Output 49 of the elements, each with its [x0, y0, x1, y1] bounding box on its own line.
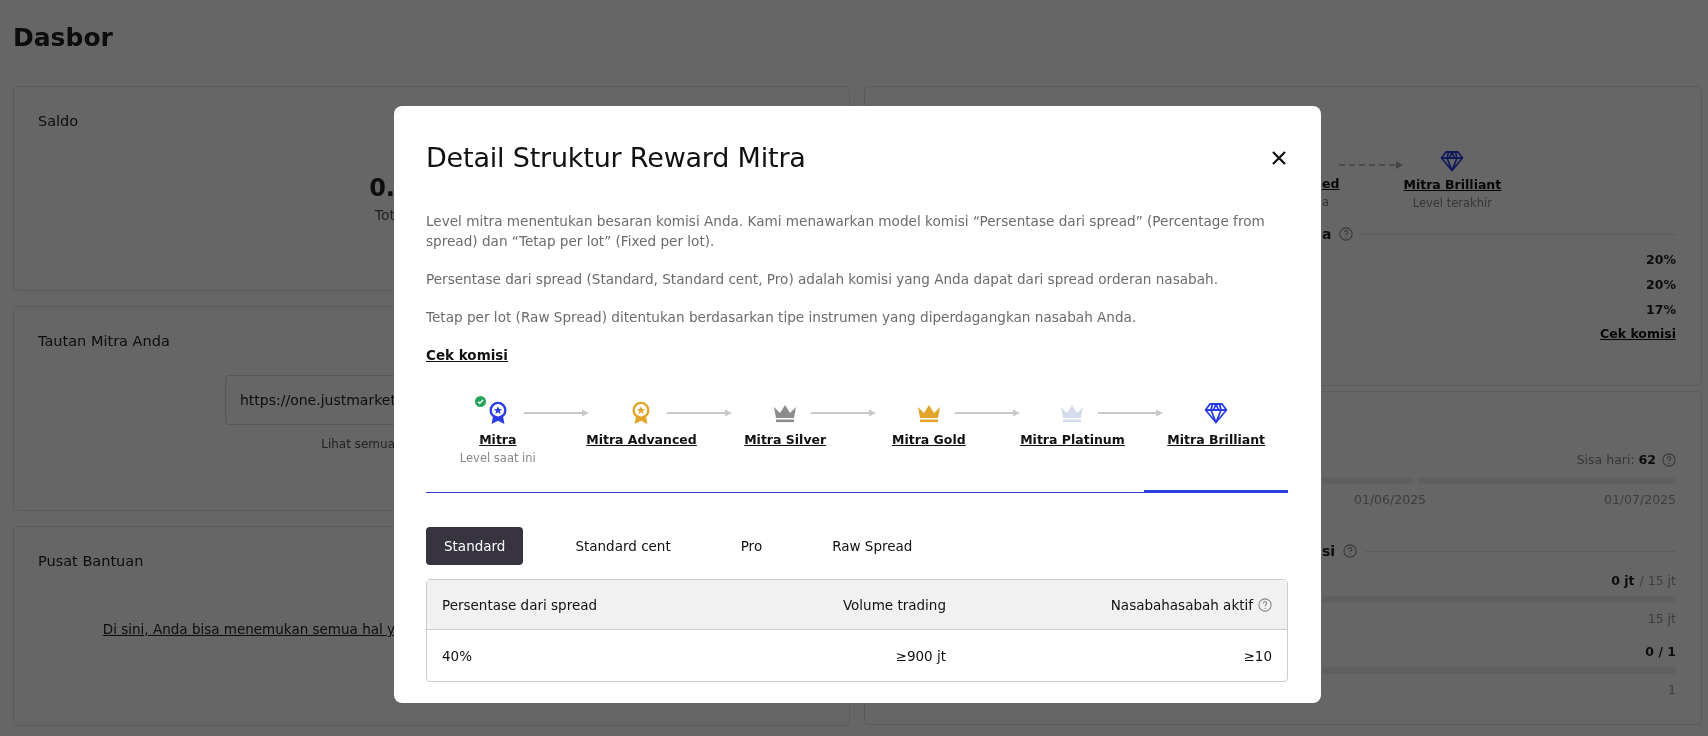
- arrow: [523, 409, 590, 417]
- account-tab[interactable]: Standard: [426, 527, 524, 565]
- level-link[interactable]: Mitra Brilliant: [1403, 177, 1502, 192]
- level-link[interactable]: Mitra Brilliant: [1167, 432, 1266, 447]
- section-title: a: [1322, 226, 1332, 242]
- arrow: [667, 409, 734, 417]
- help-icon[interactable]: [1662, 452, 1676, 467]
- description-text: Level mitra menentukan besaran komisi Anda. Kami menawarkan model komisi “Persentase dari spread” (Percentage from spread) dan “Tetap per lot” (Fixed per lot).: [426, 212, 1266, 251]
- account-tab[interactable]: Standard cent: [557, 527, 689, 565]
- account-tab[interactable]: Raw Spread: [814, 527, 931, 565]
- check-commission-link[interactable]: Cek komisi: [426, 347, 508, 363]
- level-link[interactable]: Mitra: [479, 432, 517, 447]
- arrow: [811, 409, 878, 417]
- section-title: si: [1322, 543, 1336, 559]
- dialog-title: Detail Struktur Reward Mitra: [426, 142, 806, 173]
- rate-value: 17%: [1646, 302, 1676, 317]
- arrow: [1098, 409, 1165, 417]
- help-icon[interactable]: [1343, 544, 1358, 558]
- card-title: Saldo: [38, 113, 79, 129]
- help-icon[interactable]: [1258, 597, 1272, 612]
- rate-value: 20%: [1646, 252, 1676, 267]
- column-header: Persentase dari spread: [442, 596, 598, 613]
- level-link[interactable]: Mitra Advanced: [586, 432, 697, 447]
- help-icon[interactable]: [1339, 227, 1354, 241]
- column-header: Nasabahasabah aktif: [1110, 596, 1253, 613]
- volume-value: 0 jt: [1611, 573, 1635, 588]
- diamond-icon: [1440, 150, 1465, 172]
- check-commission-link[interactable]: Cek komisi: [1600, 326, 1676, 341]
- level-link[interactable]: Mitra Silver: [744, 432, 827, 447]
- table-cell: ≥10: [1243, 647, 1272, 664]
- description-text: Persentase dari spread (Standard, Standard cent, Pro) adalah komisi yang Anda dapat dari spread orderan nasabah.: [426, 270, 1219, 289]
- balance-amount: 0.: [369, 173, 395, 203]
- level-link[interactable]: Mitra Platinum: [1020, 432, 1125, 447]
- card-title: Pusat Bantuan: [38, 553, 144, 569]
- balance-label: Tot: [374, 207, 395, 223]
- level-caption: Level saat ini: [459, 451, 536, 465]
- level-link[interactable]: ed: [1322, 176, 1340, 191]
- account-tab[interactable]: Pro: [722, 527, 781, 565]
- link-note: Lihat semua: [321, 437, 395, 451]
- arrow: [954, 409, 1021, 417]
- rate-value: 20%: [1646, 277, 1676, 292]
- level-link[interactable]: Mitra Gold: [891, 432, 966, 447]
- page-title: Dasbor: [13, 22, 114, 54]
- description-text: Tetap per lot (Raw Spread) ditentukan berdasarkan tipe instrumen yang diperdagangkan nasabah Anda.: [426, 308, 1138, 327]
- clients-value: 0 / 1: [1645, 644, 1676, 659]
- table-cell: 40%: [442, 647, 472, 664]
- table-cell: ≥900 jt: [895, 647, 946, 664]
- column-header: Volume trading: [842, 596, 946, 613]
- card-title: Tautan Mitra Anda: [38, 333, 170, 349]
